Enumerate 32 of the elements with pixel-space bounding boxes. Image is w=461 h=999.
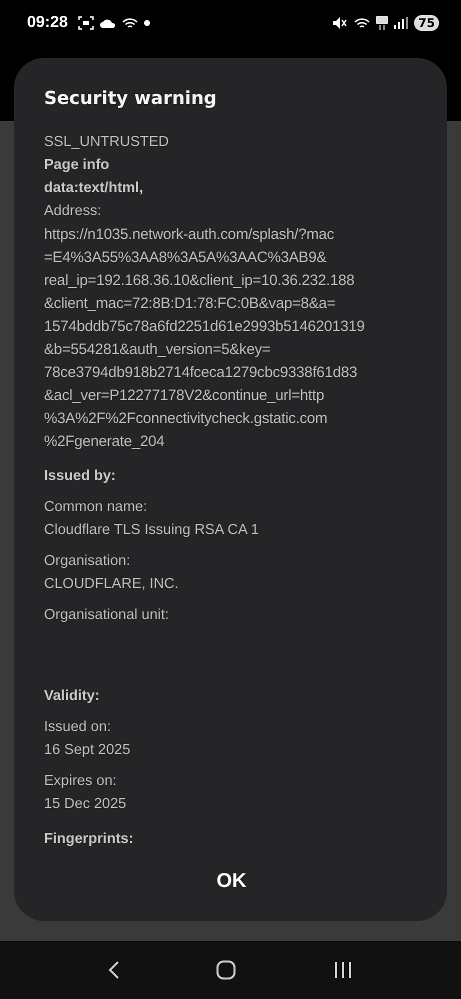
signal-icon	[394, 17, 408, 29]
dot-icon	[144, 20, 150, 26]
field-value: CLOUDFLARE, INC.	[44, 575, 180, 594]
back-icon[interactable]	[108, 960, 120, 980]
section-heading: Fingerprints:	[44, 830, 134, 849]
address-text: https://n1035.network-auth.com/splash/?mac =E4%3A55%3AA8%3A5A%3AAC%3AB9& real_ip=192.168.36.10&client_ip=10.36.232.188 &client_mac=72:8B:D1:78:FC:0B&vap=8&a= 1574bddb75c78a6fd2251d61e2993b5146201319 &b=554281&auth_version=5&key= 78ce3794db918b2714fceca1279cbc9338f61d83 &acl_ver=P12277178V2&continue_url=http %3A%2F%2Fconnectivitycheck.gstatic.com %2Fgenerate_204	[44, 225, 366, 452]
field-value: 15 Dec 2025	[44, 795, 128, 814]
section-heading: Issued by:	[44, 467, 117, 486]
info-text: Address:	[44, 202, 102, 221]
mute-icon	[332, 16, 348, 30]
field-label: Common name:	[44, 498, 148, 517]
screenshot-icon	[78, 16, 94, 30]
recent-apps-icon[interactable]	[332, 961, 353, 979]
mobile-data-icon	[376, 16, 388, 30]
field-label: Expires on:	[44, 772, 118, 791]
cloud-icon	[100, 18, 116, 28]
home-icon[interactable]	[216, 960, 236, 980]
battery-level: 75	[414, 15, 439, 31]
info-heading: Page info	[44, 156, 110, 175]
info-heading: data:text/html,	[44, 179, 144, 198]
field-value: 16 Sept 2025	[44, 741, 132, 760]
field-label: Issued on:	[44, 718, 112, 737]
field-label: Organisation:	[44, 552, 132, 571]
field-label: Organisational unit:	[44, 606, 170, 625]
status-time: 09:28	[27, 14, 68, 32]
wifi-icon	[354, 16, 370, 30]
dialog-title: Security warning	[44, 88, 218, 109]
wifi-icon	[122, 16, 138, 30]
info-text: SSL_UNTRUSTED	[44, 133, 170, 152]
field-value: Cloudflare TLS Issuing RSA CA 1	[44, 521, 260, 540]
section-heading: Validity:	[44, 687, 101, 706]
ok-button[interactable]: OK	[202, 864, 260, 899]
